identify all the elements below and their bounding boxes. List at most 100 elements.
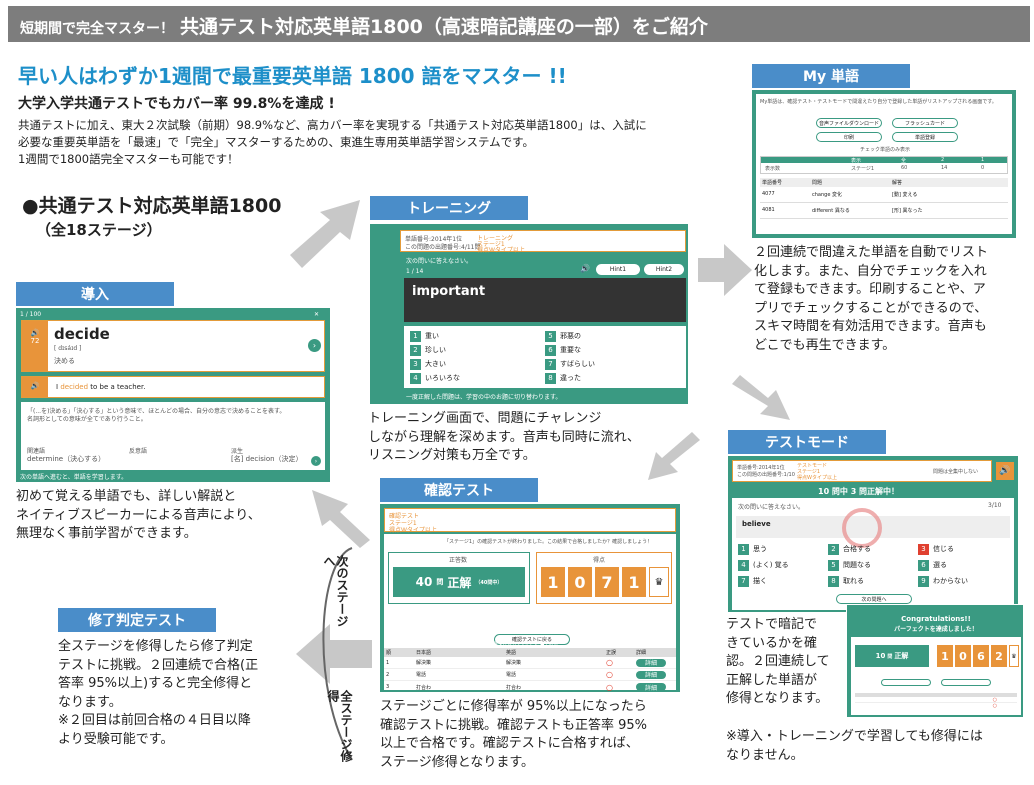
choice-num: 6: [545, 344, 556, 356]
score-box: 40 問正解 （40問中）: [393, 567, 525, 597]
score-value: 40: [415, 575, 433, 589]
choice-text: 違った: [560, 374, 581, 382]
cell: 解決策: [506, 660, 522, 666]
cong-button[interactable]: [881, 679, 931, 686]
speaker-icon[interactable]: 🔊: [996, 462, 1014, 480]
desc-line: ステージ修得となります。: [380, 754, 535, 770]
myword-screen: My単語は、確認テスト・テストモードで間違えたり自分で登録した単語がリストアップ…: [752, 90, 1016, 238]
desc-line: なりません。: [726, 747, 804, 763]
th: 日本語: [416, 650, 432, 656]
next-icon[interactable]: ›: [308, 339, 321, 352]
cell: 4077: [762, 191, 775, 197]
example-highlight: decided: [60, 383, 89, 391]
th: 正誤: [606, 650, 617, 656]
score-label: 正答数: [449, 557, 468, 564]
cell: change 変化: [812, 192, 842, 198]
digit: 1: [541, 567, 565, 597]
desc-line: どこでも再生できます。: [754, 337, 896, 353]
th: 単語番号: [762, 180, 783, 186]
choice-item[interactable]: 3 大きい: [410, 357, 545, 371]
table-row[interactable]: 4077 change 変化 [動] 変える: [760, 187, 1008, 203]
training-counter: 1 / 14: [406, 268, 424, 275]
choice-text: (よく) 覚る: [753, 561, 789, 569]
intro-counter: 1 / 100: [20, 311, 42, 318]
choice-item[interactable]: 5 問題なる: [828, 558, 918, 572]
correct-icon: ○: [992, 697, 997, 703]
next-icon[interactable]: ›: [311, 456, 321, 466]
arrow-right-icon: [698, 244, 752, 296]
choice-item[interactable]: 1 思う: [738, 542, 828, 556]
choice-num: 6: [918, 559, 929, 571]
choice-num: 3: [918, 543, 929, 555]
speaker-icon[interactable]: 🔊 72: [22, 321, 48, 371]
digit: 0: [568, 567, 592, 597]
th: 解答: [892, 180, 903, 186]
choice-item[interactable]: 6 選る: [918, 558, 1008, 572]
next-question-button[interactable]: 次の問題へ: [836, 594, 912, 604]
cell: [形] 異なった: [892, 208, 923, 214]
choice-item[interactable]: 7 すばらしい: [545, 357, 680, 371]
th: 英語: [506, 650, 517, 656]
correct-icon: ○: [606, 682, 613, 692]
cong-button[interactable]: [941, 679, 991, 686]
choice-item[interactable]: 7 描く: [738, 574, 828, 588]
training-info2: この問題の出題番号:4/11問: [405, 244, 481, 251]
detail-button[interactable]: 詳細: [636, 683, 666, 692]
next-stage-label: 次のステージへ: [322, 555, 349, 627]
print-button[interactable]: 印刷: [816, 132, 882, 142]
choice-text: 邪悪の: [560, 332, 581, 340]
flashcard-button[interactable]: フラッシュカード: [892, 118, 958, 128]
choice-text: 重要な: [560, 346, 581, 354]
choice-item[interactable]: 4 (よく) 覚る: [738, 558, 828, 572]
tm-counter: 3/10: [988, 502, 1002, 509]
score-result: 正解: [447, 575, 472, 590]
arrow-up-right-icon: [290, 200, 360, 268]
choice-num: 4: [410, 372, 421, 384]
choice-item[interactable]: 2 合格する: [828, 542, 918, 556]
choice-item[interactable]: 1 重い: [410, 329, 545, 343]
choice-item[interactable]: 5 邪悪の: [545, 329, 680, 343]
choice-item[interactable]: 6 重要な: [545, 343, 680, 357]
myword-top: My単語は、確認テスト・テストモードで間違えたり自分で登録した単語がリストアップ…: [760, 99, 997, 105]
desc-line: 修得となります。: [726, 691, 829, 706]
speaker-icon[interactable]: 🔊: [22, 377, 48, 397]
choice-item[interactable]: 8 取れる: [828, 574, 918, 588]
cell: [動] 変える: [892, 192, 918, 198]
example-pre: I: [56, 383, 59, 391]
hint1-button[interactable]: Hint1: [596, 264, 640, 275]
col-h2: 全: [901, 158, 907, 164]
desc-line: ※導入・トレーニングで学習しても修得には: [726, 729, 983, 744]
training-footer: 一度正解した問題は、学習の中のお題に切り替わります。: [406, 394, 562, 401]
detail-button[interactable]: 詳細: [636, 670, 666, 679]
register-button[interactable]: 単語登録: [892, 132, 958, 142]
check-label[interactable]: チェック単語のみ表示: [860, 146, 910, 153]
choice-text: 描く: [753, 577, 767, 585]
detail-button[interactable]: 詳細: [636, 658, 666, 667]
cell: 3: [386, 684, 390, 690]
correct-icon: ○: [606, 670, 613, 679]
hint2-button[interactable]: Hint2: [644, 264, 684, 275]
speaker-icon[interactable]: 🔊: [580, 264, 590, 273]
training-choices: 1 重い 5 邪悪の 2 珍しい 6 重要な 3 大きい 7 すばらしい 4 いろいろな 8違…: [404, 326, 686, 388]
tm-check[interactable]: 問題は全集中しない: [933, 468, 978, 475]
test-msg: 「ステージ1」の確認テストが終わりました。この結果で合格しましたか？確認しましょ…: [444, 539, 653, 545]
cong-unit: 問: [887, 653, 893, 660]
cong-digits: 1 0 6 2 ♛: [937, 645, 1019, 667]
intro-word: decide: [54, 325, 110, 343]
th: 順: [386, 650, 392, 656]
choice-num: 2: [410, 344, 421, 356]
choice-item[interactable]: 2 珍しい: [410, 343, 545, 357]
choice-num: 5: [545, 330, 556, 342]
test-o3: 得点Wタイプ以上: [389, 527, 437, 534]
testmode-label: テストモード: [728, 430, 886, 454]
close-icon[interactable]: ✕: [314, 311, 319, 318]
desc-line: きているかを確: [726, 635, 818, 651]
choice-item[interactable]: 3 信じる: [918, 542, 1008, 556]
table-row[interactable]: 4081 different 異なる [形] 異なった: [760, 203, 1008, 219]
intro-note2: 名詞形としての意味が全てであり行うこと。: [27, 416, 147, 423]
choice-item[interactable]: 9 わからない: [918, 574, 1008, 588]
choice-item[interactable]: 4 いろいろな: [410, 371, 545, 385]
download-button[interactable]: 音声ファイルダウンロード: [816, 118, 882, 128]
tm-info5: 得点Wタイプ以上: [797, 475, 837, 481]
choice-item[interactable]: 8 違った: [545, 371, 680, 385]
